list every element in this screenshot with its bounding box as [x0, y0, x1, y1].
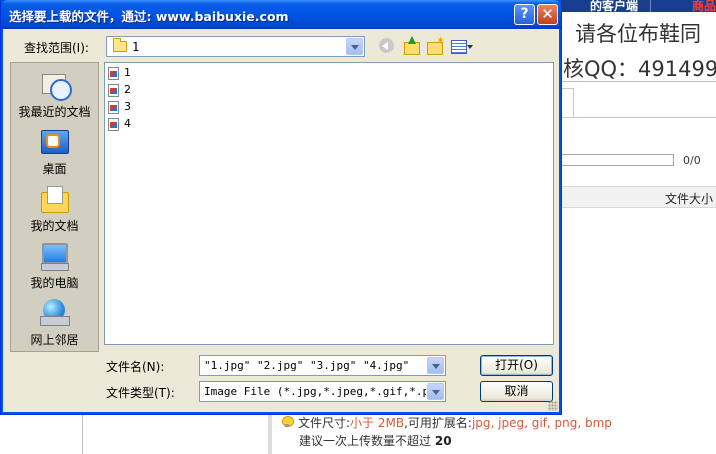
hint-label: 建议一次上传数量不超过	[299, 434, 432, 448]
place-label: 我最近的文档	[18, 105, 91, 119]
divider	[574, 117, 716, 118]
topbar-link-red[interactable]: 商品	[692, 0, 716, 14]
filename-value: "1.jpg" "2.jpg" "3.jpg" "4.jpg"	[204, 359, 410, 372]
back-icon[interactable]	[377, 37, 397, 55]
chevron-down-icon[interactable]	[427, 357, 444, 374]
place-desktop[interactable]: 桌面	[11, 125, 98, 181]
hint-ext-value: jpg, jpeg, gif, png, bmp	[471, 416, 612, 430]
chevron-down-icon[interactable]	[427, 383, 444, 400]
close-button[interactable]: ✕	[537, 4, 558, 25]
banner-line-1: 请各位布鞋同	[575, 22, 701, 46]
place-label: 我的电脑	[30, 276, 79, 290]
filename-input[interactable]: "1.jpg" "2.jpg" "3.jpg" "4.jpg"	[199, 355, 446, 376]
filetype-value: Image File (*.jpg,*.jpeg,*.gif,*.png,	[204, 385, 426, 398]
recent-documents-icon	[38, 70, 72, 101]
column-header-file-size[interactable]: 文件大小	[665, 190, 713, 207]
hint-label: ,可用扩展名:	[404, 416, 472, 430]
place-label: 我的文档	[30, 219, 79, 233]
place-recent-documents[interactable]: 我最近的文档	[11, 68, 98, 124]
dialog-titlebar[interactable]: 选择要上载的文件，通过: www.baibuxie.com ? ✕	[1, 0, 561, 29]
view-menu-icon[interactable]	[450, 37, 473, 55]
resize-grip[interactable]	[548, 401, 558, 411]
filetype-label: 文件类型(T):	[106, 386, 175, 400]
banner-line-2: 核QQ：491499	[563, 57, 716, 81]
lightbulb-icon	[282, 416, 294, 428]
upload-count-hint: 建议一次上传数量不超过 20	[299, 432, 452, 449]
chevron-down-icon[interactable]	[346, 38, 363, 55]
file-name: 2	[123, 83, 132, 96]
place-my-computer[interactable]: 我的电脑	[11, 239, 98, 295]
look-in-dropdown[interactable]: 1	[106, 36, 365, 57]
look-in-label: 查找范围(I):	[24, 41, 89, 55]
upload-progress-count: 0/0	[683, 154, 701, 167]
network-places-icon	[38, 298, 70, 328]
image-file-icon	[108, 118, 119, 131]
divider	[560, 81, 716, 82]
open-button[interactable]: 打开(O)	[480, 355, 553, 376]
background-topbar: 的客户端 商品	[560, 0, 716, 14]
image-file-icon	[108, 67, 119, 80]
hint-size-value: 小于 2MB	[350, 416, 405, 430]
file-name: 4	[123, 117, 132, 130]
topbar-separator	[650, 0, 651, 12]
desktop-icon	[38, 127, 70, 157]
file-open-dialog: 选择要上载的文件，通过: www.baibuxie.com ? ✕ 查找范围(I…	[0, 0, 562, 415]
upload-tab[interactable]	[560, 88, 574, 118]
help-button[interactable]: ?	[514, 4, 535, 25]
place-label: 网上邻居	[30, 333, 79, 347]
my-documents-icon	[38, 184, 70, 214]
place-network[interactable]: 网上邻居	[11, 296, 98, 352]
new-folder-icon[interactable]	[425, 34, 445, 55]
cancel-button[interactable]: 取消	[480, 381, 553, 402]
image-file-icon	[108, 84, 119, 97]
divider	[268, 415, 272, 454]
topbar-link[interactable]: 的客户端	[590, 0, 638, 14]
dialog-title: 选择要上载的文件，通过: www.baibuxie.com	[9, 9, 289, 24]
place-my-documents[interactable]: 我的文档	[11, 182, 98, 238]
hint-label: 文件尺寸:	[298, 416, 351, 430]
my-computer-icon	[38, 241, 70, 271]
image-file-icon	[108, 101, 119, 114]
upload-progress-bar	[560, 154, 674, 166]
hint-count-value: 20	[434, 434, 452, 448]
divider	[82, 415, 83, 454]
places-bar: 我最近的文档 桌面 我的文档 我的电脑 网上邻居	[10, 62, 99, 352]
file-list[interactable]: 1 2 3 4	[104, 62, 554, 345]
file-name: 3	[123, 100, 132, 113]
folder-icon	[113, 38, 127, 52]
look-in-value: 1	[132, 40, 140, 54]
file-name: 1	[123, 66, 132, 79]
filename-label: 文件名(N):	[106, 360, 165, 374]
up-folder-icon[interactable]	[401, 36, 421, 55]
file-list-header: 文件大小	[560, 186, 716, 208]
place-label: 桌面	[42, 162, 67, 176]
upload-size-hint: 文件尺寸:小于 2MB,可用扩展名:jpg, jpeg, gif, png, b…	[282, 414, 612, 431]
filetype-dropdown[interactable]: Image File (*.jpg,*.jpeg,*.gif,*.png,	[199, 381, 446, 402]
